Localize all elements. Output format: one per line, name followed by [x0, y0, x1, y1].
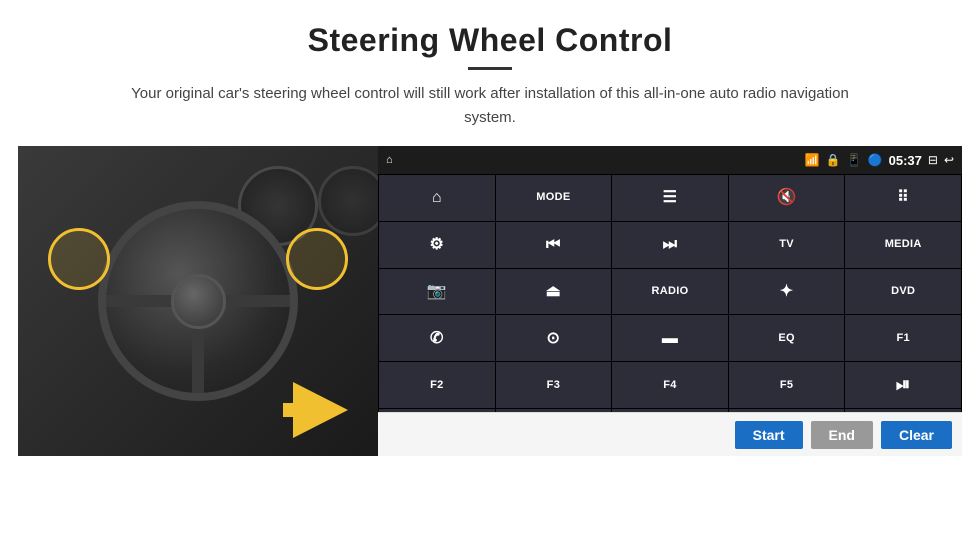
arrow-shape — [293, 382, 348, 438]
grid-btn-r2c5[interactable]: MEDIA — [845, 222, 961, 268]
grid-btn-r1c3[interactable]: ☰ — [612, 175, 728, 221]
wheel-background — [18, 146, 378, 456]
grid-btn-r4c2[interactable]: ⊙ — [496, 315, 612, 361]
bt-icon: 🔵 — [868, 153, 883, 167]
status-right: 📶 🔒 📱 🔵 05:37 ⊟ ↩ — [805, 153, 954, 168]
page-title: Steering Wheel Control — [0, 0, 980, 59]
grid-btn-r5c5[interactable]: ⏯ — [845, 362, 961, 408]
grid-btn-r4c3[interactable]: ▬ — [612, 315, 728, 361]
status-bar: ⌂ 📶 🔒 📱 🔵 05:37 ⊟ ↩ — [378, 146, 962, 174]
steering-wheel — [98, 201, 298, 401]
status-time: 05:37 — [889, 153, 922, 168]
grid-btn-r5c2[interactable]: F3 — [496, 362, 612, 408]
grid-btn-r1c4[interactable]: 🔇 — [729, 175, 845, 221]
end-button[interactable]: End — [811, 421, 873, 449]
home-icon: ⌂ — [386, 154, 393, 166]
grid-btn-r3c2[interactable]: ⏏ — [496, 269, 612, 315]
grid-btn-r3c4[interactable]: ✦ — [729, 269, 845, 315]
clear-button[interactable]: Clear — [881, 421, 952, 449]
sim-icon: 📱 — [847, 153, 862, 167]
highlight-right — [286, 228, 348, 290]
car-image — [18, 146, 378, 456]
grid-btn-r5c1[interactable]: F2 — [379, 362, 495, 408]
action-bar: Start End Clear — [378, 412, 962, 456]
highlight-left — [48, 228, 110, 290]
grid-btn-r4c4[interactable]: EQ — [729, 315, 845, 361]
grid-btn-r1c5[interactable]: ⠿ — [845, 175, 961, 221]
grid-btn-r4c1[interactable]: ✆ — [379, 315, 495, 361]
grid-btn-r5c4[interactable]: F5 — [729, 362, 845, 408]
grid-btn-r2c3[interactable]: ⏭ — [612, 222, 728, 268]
content-area: ⌂ 📶 🔒 📱 🔵 05:37 ⊟ ↩ ⌂MODE☰🔇⠿⚙⏮⏭TVMEDIA📷⏏… — [18, 146, 962, 456]
grid-btn-r2c1[interactable]: ⚙ — [379, 222, 495, 268]
gauge-right — [318, 166, 378, 236]
grid-btn-r1c2[interactable]: MODE — [496, 175, 612, 221]
wifi-icon: 📶 — [805, 153, 820, 167]
subtitle: Your original car's steering wheel contr… — [120, 82, 860, 130]
grid-btn-r3c1[interactable]: 📷 — [379, 269, 495, 315]
grid-btn-r4c5[interactable]: F1 — [845, 315, 961, 361]
status-left: ⌂ — [386, 154, 393, 166]
start-button[interactable]: Start — [735, 421, 803, 449]
mirror-icon: ⊟ — [928, 153, 938, 167]
grid-btn-r5c3[interactable]: F4 — [612, 362, 728, 408]
wheel-center — [171, 274, 226, 329]
arrow — [293, 382, 348, 438]
grid-btn-r2c4[interactable]: TV — [729, 222, 845, 268]
grid-btn-r3c5[interactable]: DVD — [845, 269, 961, 315]
grid-btn-r1c1[interactable]: ⌂ — [379, 175, 495, 221]
grid-btn-r2c2[interactable]: ⏮ — [496, 222, 612, 268]
android-panel: ⌂ 📶 🔒 📱 🔵 05:37 ⊟ ↩ ⌂MODE☰🔇⠿⚙⏮⏭TVMEDIA📷⏏… — [378, 146, 962, 456]
lock-icon: 🔒 — [826, 153, 841, 167]
title-underline — [468, 67, 512, 70]
back-icon: ↩ — [944, 153, 954, 167]
grid-btn-r3c3[interactable]: RADIO — [612, 269, 728, 315]
